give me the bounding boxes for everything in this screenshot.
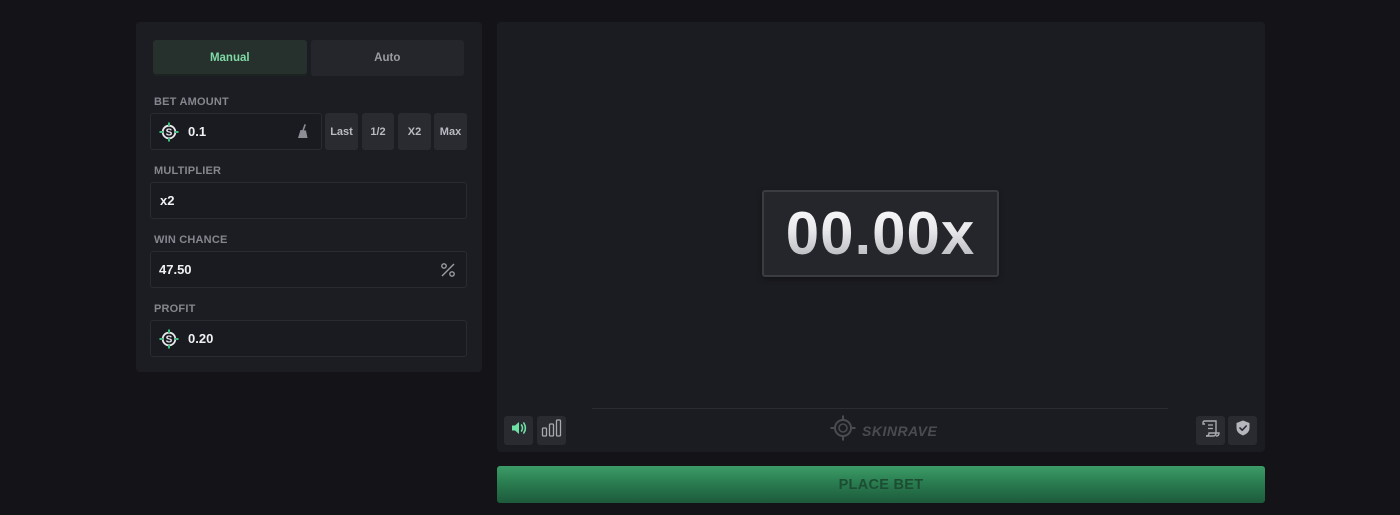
fairness-button[interactable] [1228, 416, 1257, 445]
bet-amount-label: BET AMOUNT [154, 96, 229, 108]
bet-max-button[interactable]: Max [434, 113, 467, 150]
percent-icon [439, 261, 457, 279]
bet-half-button[interactable]: 1/2 [362, 113, 394, 150]
divider [592, 408, 1168, 409]
multiplier-input[interactable]: x2 [150, 182, 467, 219]
win-chance-value: 47.50 [159, 262, 192, 277]
brand-name: SKINRAVE [862, 422, 938, 439]
multiplier-display: 00.00x [762, 190, 999, 277]
tab-manual-label: Manual [209, 52, 250, 64]
bet-half-label: 1/2 [370, 125, 386, 138]
tab-auto[interactable]: Auto [310, 40, 464, 76]
multiplier-label: MULTIPLIER [154, 165, 222, 177]
bet-double-button[interactable]: X2 [398, 113, 431, 150]
history-button[interactable] [1196, 416, 1225, 445]
win-chance-label: WIN CHANCE [154, 234, 228, 246]
svg-text:S: S [166, 334, 173, 345]
shield-icon [1234, 419, 1252, 442]
bet-max-label: Max [439, 125, 462, 138]
scroll-icon [1201, 418, 1221, 443]
multiplier-value: x2 [160, 193, 175, 208]
tab-auto-label: Auto [374, 52, 401, 64]
multiplier-display-value: 00.00x [785, 200, 976, 267]
bar-chart-icon [541, 419, 563, 442]
profit-input: S 0.20 [150, 320, 467, 357]
bet-last-label: Last [330, 125, 353, 138]
win-chance-input[interactable]: 47.50 [150, 251, 467, 288]
bet-last-button[interactable]: Last [325, 113, 358, 150]
bet-settings-panel: Manual Auto BET AMOUNT S 0.1 Last 1/2 X2… [136, 22, 482, 372]
skinrave-logo-icon [830, 415, 856, 446]
brand-logo: SKINRAVE [830, 415, 938, 446]
speaker-icon [510, 420, 528, 441]
bet-double-label: X2 [407, 125, 422, 138]
stats-button[interactable] [537, 416, 566, 445]
profit-label: PROFIT [154, 303, 196, 315]
skinrave-coin-icon: S [159, 329, 179, 349]
mode-tabs: Manual Auto [153, 40, 464, 76]
skinrave-coin-icon: S [159, 122, 179, 142]
bet-amount-value: 0.1 [188, 124, 207, 139]
place-bet-label: PLACE BET [838, 476, 924, 493]
tab-manual[interactable]: Manual [153, 40, 307, 76]
place-bet-button[interactable]: PLACE BET [497, 466, 1265, 503]
svg-text:S: S [166, 127, 173, 138]
bet-amount-input[interactable]: S 0.1 [150, 113, 322, 150]
sound-toggle-button[interactable] [504, 416, 533, 445]
game-panel: 00.00x SKINRAVE [497, 22, 1265, 452]
broom-icon[interactable] [294, 123, 312, 141]
profit-value: 0.20 [188, 331, 214, 346]
